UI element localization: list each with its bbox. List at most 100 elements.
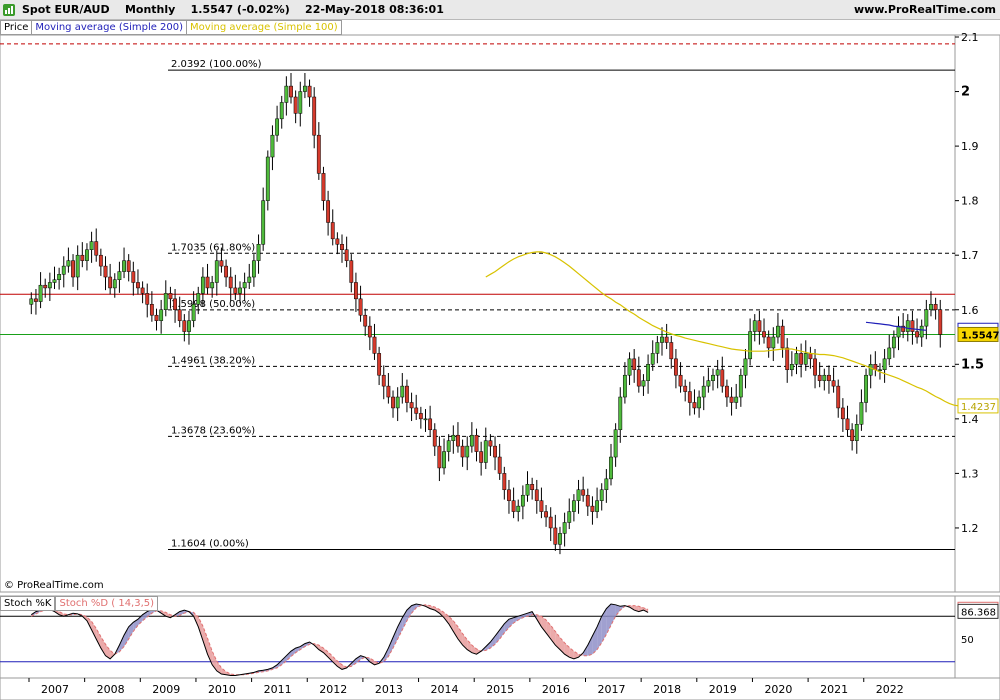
candle-body: [613, 429, 618, 458]
candle-body: [794, 353, 799, 365]
legend-stoch-k[interactable]: Stoch %K: [0, 596, 56, 611]
candle-body: [854, 424, 859, 441]
candle-body: [836, 385, 841, 409]
candle-body: [307, 85, 312, 98]
candle-body: [43, 284, 48, 289]
candle-body: [581, 489, 586, 496]
candle-body: [905, 320, 910, 332]
candle-body: [785, 347, 790, 371]
candle-body: [108, 276, 113, 289]
candle-body: [776, 325, 780, 338]
candle-body: [233, 287, 238, 294]
candle-body: [516, 505, 521, 512]
candle-body: [98, 254, 103, 267]
candle-body: [771, 336, 776, 349]
candle-body: [882, 358, 887, 371]
candle-body: [641, 380, 646, 387]
candle-body: [242, 282, 247, 289]
candle-body: [632, 358, 637, 371]
candle-body: [673, 358, 678, 376]
candle-body: [321, 173, 326, 201]
candle-body: [293, 96, 298, 114]
candle-body: [437, 445, 442, 469]
candle-body: [298, 91, 303, 114]
candle-body: [191, 304, 196, 321]
candle-body: [715, 369, 720, 376]
candle-body: [363, 314, 368, 327]
candle-body: [381, 374, 386, 387]
candle-body: [122, 260, 126, 272]
candle-body: [29, 298, 34, 305]
price-axis-label: 1.4: [961, 413, 979, 426]
candle-body: [270, 134, 275, 158]
candle-body: [534, 489, 539, 501]
candle-body: [868, 364, 873, 376]
legend-ma100[interactable]: Moving average (Simple 100): [187, 20, 342, 35]
candle-body: [678, 374, 683, 387]
time-axis-label: 2021: [820, 683, 848, 696]
candle-body: [140, 287, 145, 294]
period-label[interactable]: Monthly: [125, 3, 175, 16]
candle-body: [302, 85, 307, 92]
candle-body: [52, 279, 57, 283]
candle-body: [687, 391, 692, 403]
candle-body: [511, 500, 516, 512]
time-axis-label: 2010: [208, 683, 236, 696]
candle-body: [530, 484, 535, 491]
candle-body: [316, 134, 321, 174]
candle-body: [409, 402, 414, 409]
candle-body: [423, 418, 428, 421]
candle-body: [692, 402, 697, 409]
candle-body: [497, 456, 502, 474]
candle-body: [706, 380, 711, 387]
candle-body: [891, 336, 896, 349]
candle-body: [493, 445, 497, 458]
candle-body: [766, 336, 771, 349]
candle-body: [391, 396, 395, 409]
candle-body: [636, 369, 641, 387]
candle-body: [627, 358, 632, 376]
candle-body: [646, 364, 651, 381]
candle-body: [200, 276, 205, 294]
candle-body: [85, 249, 89, 261]
candle-body: [558, 533, 562, 545]
time-axis-label: 2016: [542, 683, 570, 696]
candle-body: [553, 527, 558, 545]
fib-level-label: 1.7035 (61.80%): [171, 242, 255, 253]
legend-stoch-d[interactable]: Stoch %D ( 14,3,5): [55, 596, 159, 611]
candle-body: [725, 385, 729, 398]
price-label-text: 1.5547: [961, 330, 1000, 341]
candle-body: [251, 260, 256, 278]
candle-body: [349, 260, 354, 283]
candle-body: [803, 353, 808, 365]
candle-body: [813, 358, 817, 376]
price-axis-label: 2.1: [961, 31, 979, 44]
candle-body: [428, 418, 433, 431]
candle-body: [919, 325, 924, 338]
candle-body: [57, 274, 62, 280]
candle-body: [279, 102, 284, 120]
candle-body: [748, 331, 753, 360]
candle-body: [469, 434, 474, 447]
price-axis-label: 1.7: [961, 249, 979, 262]
candle-body: [265, 156, 270, 201]
legend-ma200[interactable]: Moving average (Simple 200): [32, 20, 188, 35]
candle-body: [669, 342, 674, 360]
candle-body: [414, 407, 419, 414]
candle-body: [354, 282, 358, 300]
price-axis-label: 1.9: [961, 140, 979, 153]
candle-body: [548, 516, 553, 529]
site-link[interactable]: www.ProRealTime.com: [854, 0, 996, 20]
candle-body: [864, 374, 868, 403]
candle-body: [136, 282, 140, 289]
candle-body: [711, 374, 715, 381]
candle-body: [289, 85, 293, 98]
candle-body: [372, 336, 377, 354]
chart-logo-icon: [3, 4, 15, 16]
candle-body: [205, 276, 210, 289]
legend-price[interactable]: Price: [0, 20, 33, 35]
candle-body: [840, 407, 845, 420]
candle-body: [224, 265, 228, 278]
candle-body: [822, 374, 827, 381]
candle-body: [650, 353, 655, 365]
